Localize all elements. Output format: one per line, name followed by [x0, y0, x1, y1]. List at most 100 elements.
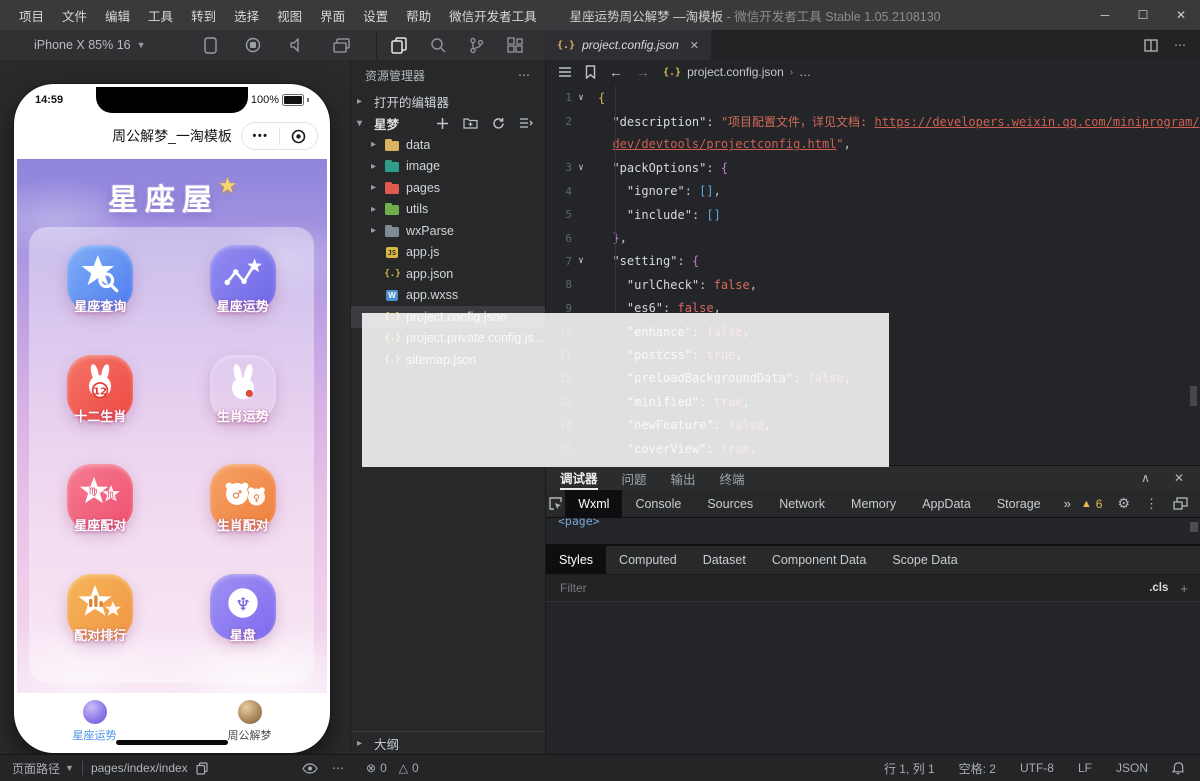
more-menu-button[interactable]: ••• [242, 130, 279, 142]
maximize-button[interactable]: ☐ [1124, 0, 1162, 30]
explorer-item-3[interactable]: ▸utils [351, 199, 545, 221]
explorer-item-7[interactable]: app.wxss [351, 285, 545, 307]
menu-item-3[interactable]: 工具 [139, 6, 182, 25]
code-line-5[interactable]: 5 "include": [] [546, 203, 1200, 226]
page-path-selector[interactable]: 页面路径 ▼ [12, 760, 74, 777]
split-editor-icon[interactable] [1144, 39, 1158, 52]
encoding[interactable]: UTF-8 [1020, 761, 1054, 775]
style-tab-1[interactable]: Computed [606, 546, 690, 574]
devtools-tab-memory[interactable]: Memory [838, 490, 909, 517]
back-icon[interactable]: ← [609, 64, 623, 80]
extensions-icon[interactable] [507, 37, 523, 53]
new-style-rule-button[interactable]: + [1180, 581, 1188, 596]
collapse-all-icon[interactable] [519, 117, 533, 129]
tab-close-icon[interactable]: ✕ [690, 39, 699, 52]
code-line-2-wrap[interactable]: dev/devtools/projectconfig.html", [546, 133, 1200, 156]
feature-twelve-zodiac[interactable]: 12 十二生肖 [29, 355, 172, 450]
kebab-menu-icon[interactable]: ⋮ [1145, 496, 1158, 512]
explorer-item-1[interactable]: ▸image [351, 156, 545, 178]
fold-icon[interactable]: ∨ [572, 163, 590, 173]
close-button[interactable]: ✕ [1162, 0, 1200, 30]
explorer-item-0[interactable]: ▸data [351, 134, 545, 156]
problems-counts[interactable]: ⊗ 0 △ 0 [350, 761, 419, 775]
devtools-tab-sources[interactable]: Sources [694, 490, 766, 517]
devtools-tab-wxml[interactable]: Wxml [565, 490, 622, 517]
multi-window-icon[interactable] [333, 38, 350, 53]
outline-list-icon[interactable] [558, 66, 572, 78]
devtools-tab-console[interactable]: Console [622, 490, 694, 517]
indentation[interactable]: 空格: 2 [959, 760, 996, 777]
cursor-position[interactable]: 行 1, 列 1 [884, 760, 935, 777]
devtools-tab-network[interactable]: Network [766, 490, 838, 517]
toggle-class-button[interactable]: .cls [1149, 582, 1168, 594]
element-node[interactable]: <page> [558, 518, 600, 528]
menu-item-7[interactable]: 界面 [311, 6, 354, 25]
project-root[interactable]: ▾ 星梦 [351, 112, 545, 134]
feature-match-ranking[interactable]: 配对排行 [29, 574, 172, 669]
page-path-value[interactable]: pages/index/index [91, 761, 188, 775]
editor-scrollbar-thumb[interactable] [1190, 386, 1197, 406]
fold-icon[interactable]: ∨ [572, 93, 590, 103]
style-tab-3[interactable]: Component Data [759, 546, 880, 574]
explorer-item-4[interactable]: ▸wxParse [351, 220, 545, 242]
feature-constellation-fortune[interactable]: 星座运势 [172, 245, 315, 340]
refresh-icon[interactable] [492, 117, 505, 130]
menu-item-6[interactable]: 视图 [268, 6, 311, 25]
eol-sequence[interactable]: LF [1078, 761, 1092, 775]
new-file-icon[interactable] [436, 117, 449, 130]
style-tab-2[interactable]: Dataset [690, 546, 759, 574]
eye-icon[interactable] [302, 763, 318, 774]
feature-zodiac-match[interactable]: ♂♀ 生肖配对 [172, 464, 315, 559]
style-tab-0[interactable]: Styles [546, 546, 606, 574]
explorer-item-5[interactable]: app.js [351, 242, 545, 264]
bookmark-icon[interactable] [585, 65, 596, 79]
menu-item-2[interactable]: 编辑 [96, 6, 139, 25]
feature-constellation-query[interactable]: 星座查询 [29, 245, 172, 340]
phone-icon[interactable] [204, 37, 217, 54]
close-panel-icon[interactable]: ✕ [1174, 471, 1184, 485]
code-line-6[interactable]: 6 }, [546, 226, 1200, 249]
code-line-1[interactable]: 1∨{ [546, 86, 1200, 109]
debugger-tab-2[interactable]: 输出 [671, 466, 696, 490]
sound-icon[interactable] [289, 38, 305, 52]
outline-section[interactable]: ▸ 大纲 [351, 731, 545, 755]
copy-path-icon[interactable] [196, 762, 208, 775]
menu-item-10[interactable]: 微信开发者工具 [440, 6, 546, 25]
breadcrumb-more[interactable]: … [799, 65, 811, 79]
new-folder-icon[interactable] [463, 117, 478, 129]
menu-item-9[interactable]: 帮助 [397, 6, 440, 25]
debugger-tab-3[interactable]: 终端 [720, 466, 745, 490]
code-line-8[interactable]: 8 "urlCheck": false, [546, 273, 1200, 296]
styles-filter-input[interactable] [558, 580, 1149, 596]
fold-icon[interactable]: ∨ [572, 256, 590, 266]
feature-zodiac-fortune[interactable]: 生肖运势 [172, 355, 315, 450]
menu-item-8[interactable]: 设置 [354, 6, 397, 25]
exit-target-button[interactable] [280, 129, 317, 144]
feature-astro-chart[interactable]: ♆ 星盘 [172, 574, 315, 669]
inspect-element-icon[interactable] [546, 490, 565, 517]
breadcrumb[interactable]: {.} project.config.json › … [663, 65, 811, 79]
debugger-tab-1[interactable]: 问题 [622, 466, 647, 490]
menu-item-5[interactable]: 选择 [225, 6, 268, 25]
files-icon[interactable] [391, 37, 407, 54]
devtools-tab-storage[interactable]: Storage [984, 490, 1054, 517]
code-line-7[interactable]: 7∨ "setting": { [546, 250, 1200, 273]
collapse-panel-icon[interactable]: ∧ [1141, 471, 1150, 485]
explorer-item-2[interactable]: ▸pages [351, 177, 545, 199]
more-actions-icon[interactable]: ⋯ [1174, 38, 1186, 52]
menu-item-1[interactable]: 文件 [53, 6, 96, 25]
explorer-item-6[interactable]: app.json [351, 263, 545, 285]
minimize-button[interactable]: ─ [1086, 0, 1124, 30]
record-icon[interactable] [245, 37, 261, 53]
tabs-overflow-icon[interactable]: » [1054, 496, 1081, 511]
explorer-more-icon[interactable]: ⋯ [518, 68, 531, 82]
device-selector[interactable]: iPhone X 85% 16 ▼ [0, 38, 146, 52]
open-editors-section[interactable]: ▸ 打开的编辑器 [351, 90, 545, 112]
search-icon[interactable] [430, 37, 446, 53]
style-tab-4[interactable]: Scope Data [879, 546, 970, 574]
code-line-2[interactable]: 2 "description": "项目配置文件，详见文档: https://d… [546, 109, 1200, 132]
debugger-tab-0[interactable]: 调试器 [560, 466, 598, 490]
git-branch-icon[interactable] [469, 37, 484, 54]
forward-icon[interactable]: → [636, 64, 650, 80]
language-mode[interactable]: JSON [1116, 761, 1148, 775]
